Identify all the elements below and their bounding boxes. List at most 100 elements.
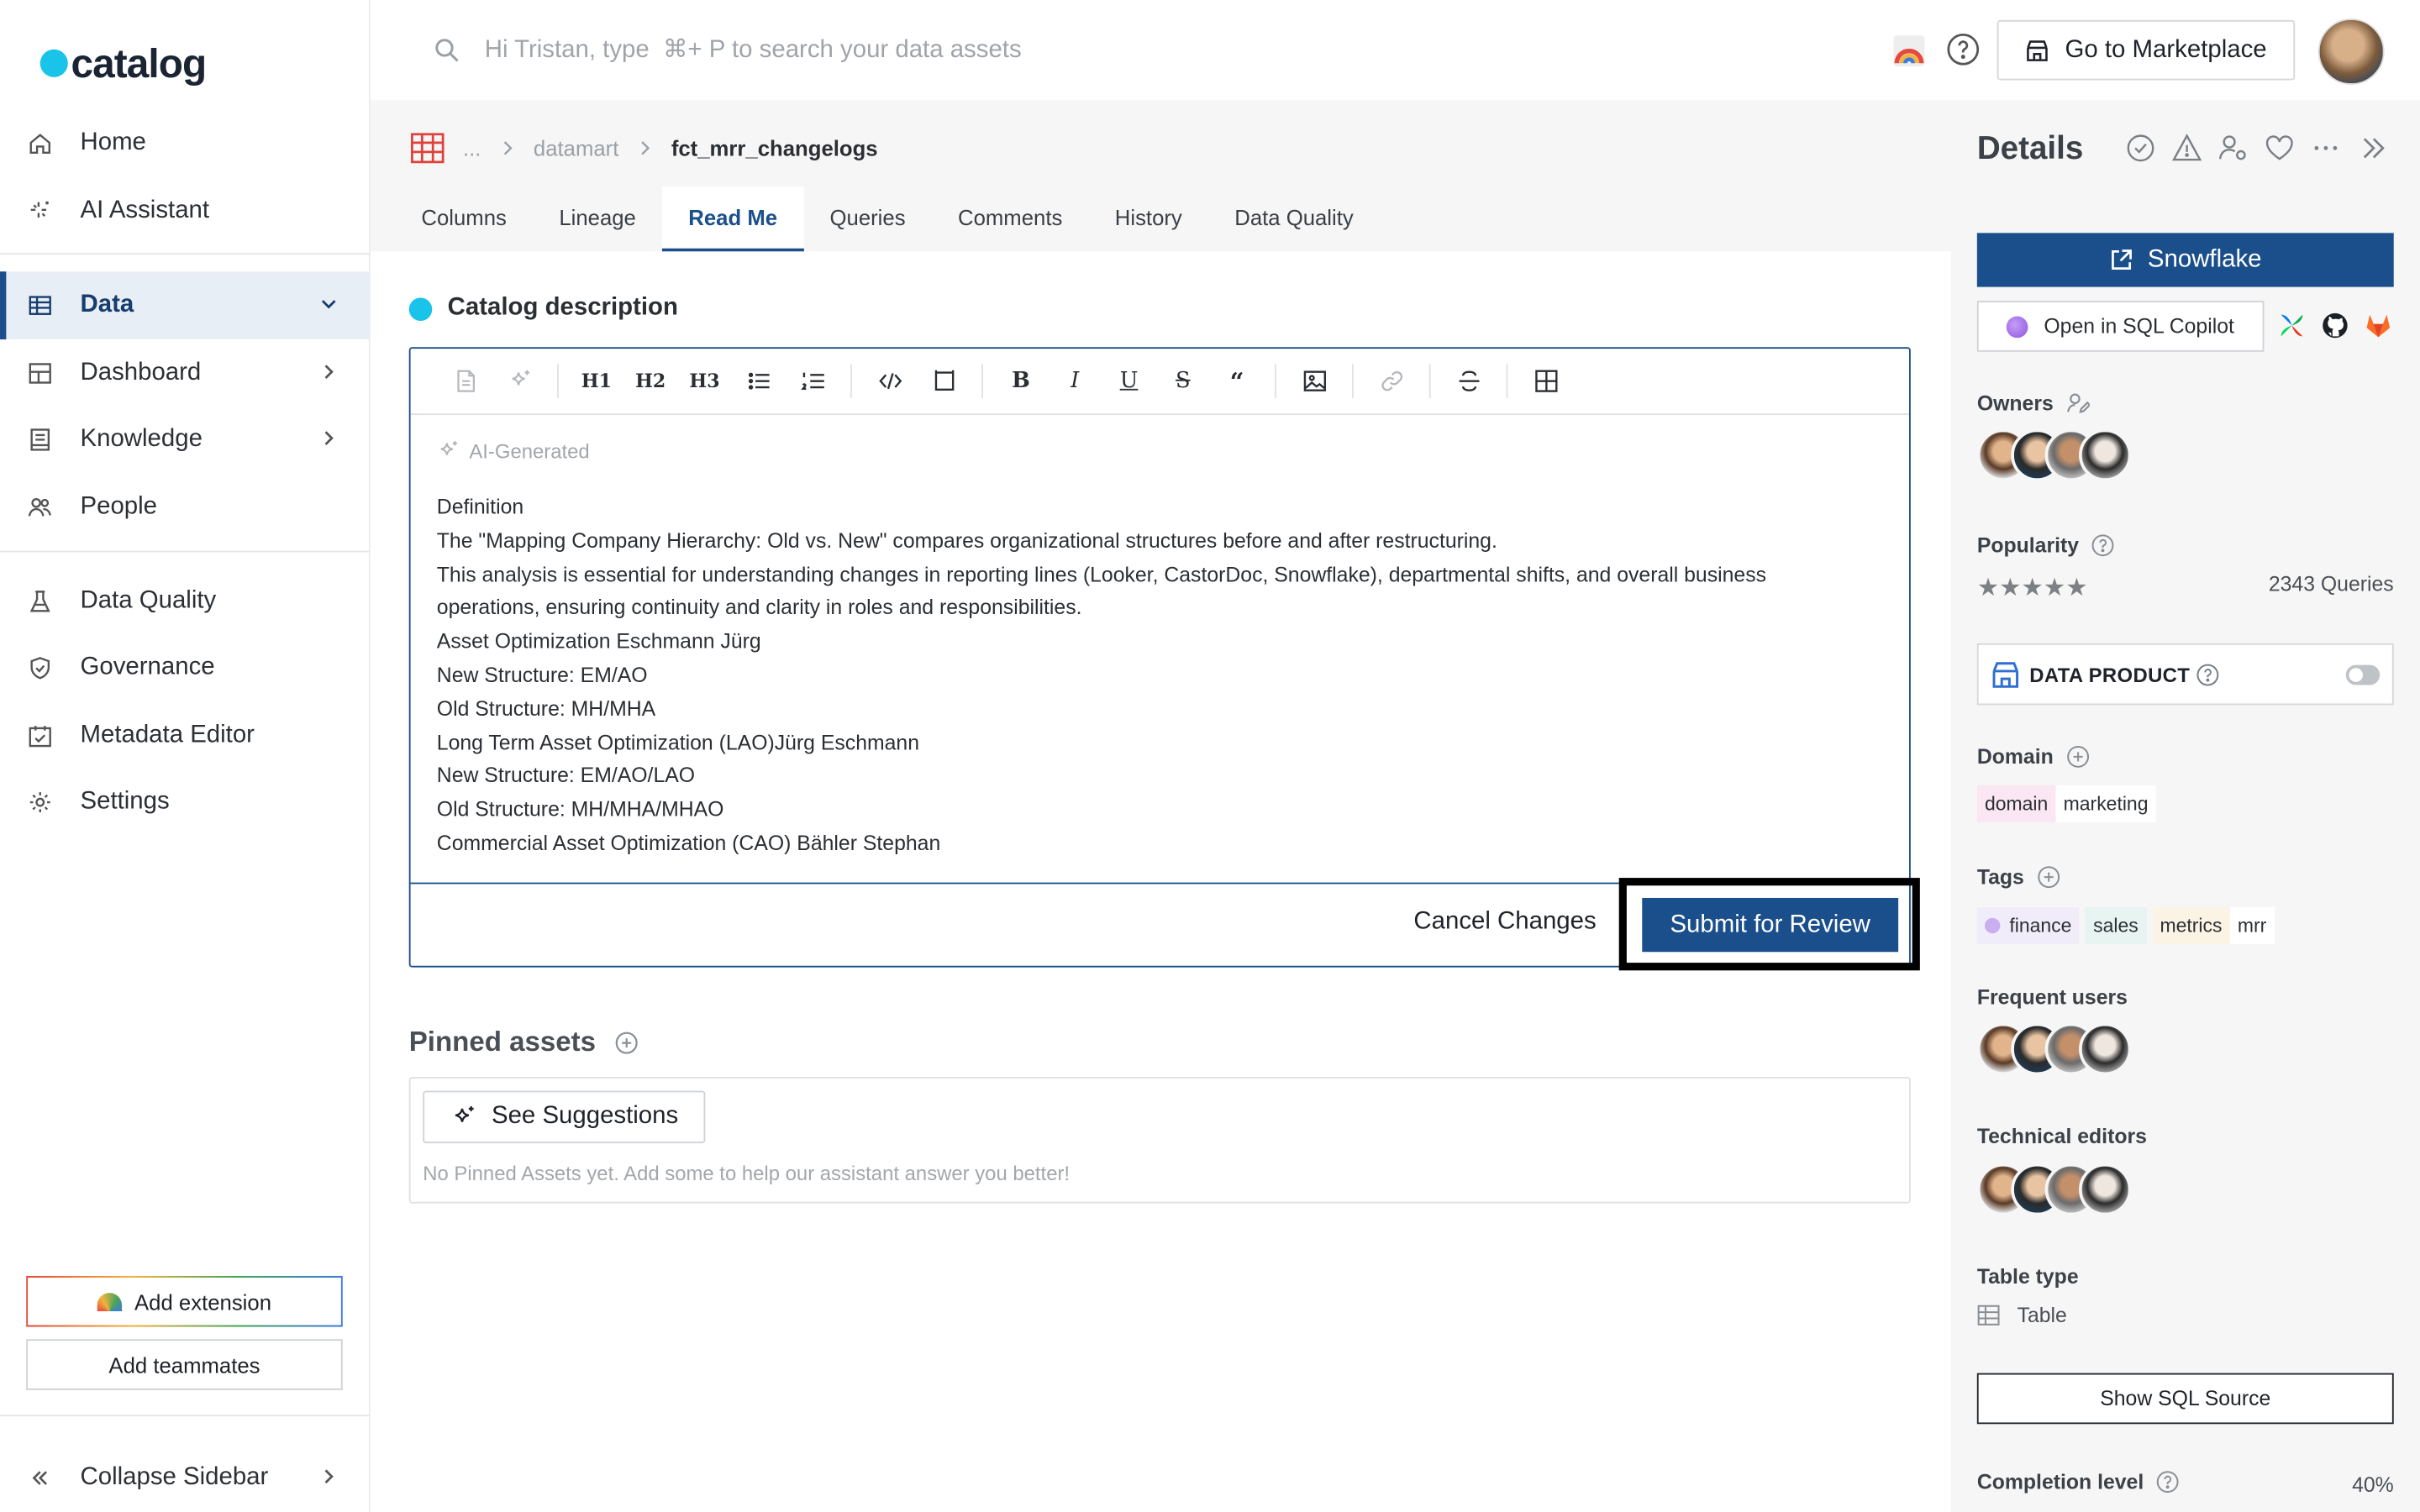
details-title: Details: [1976, 131, 2084, 167]
gitlab-icon[interactable]: [2365, 312, 2392, 339]
heading-1-button[interactable]: H1: [570, 358, 623, 404]
bullet-list-icon[interactable]: [732, 358, 786, 404]
user-settings-icon[interactable]: [2217, 133, 2249, 164]
airflow-icon[interactable]: [2278, 312, 2306, 339]
help-icon[interactable]: [1946, 33, 1980, 66]
chevron-right-icon: [499, 140, 514, 155]
document-icon[interactable]: [439, 358, 492, 404]
github-icon[interactable]: [2321, 312, 2349, 339]
description-editor[interactable]: H1 H2 H3 B I U S “ AI-Generated Definiti…: [408, 347, 1920, 971]
owners-title: Owners: [1976, 391, 2054, 416]
breadcrumb-ellipsis[interactable]: ...: [463, 136, 481, 160]
submit-for-review-button[interactable]: Submit for Review: [1642, 897, 1899, 953]
catalog-logo[interactable]: catalog: [39, 40, 207, 87]
table-type-text: Table: [2017, 1304, 2067, 1327]
sidebar-item-label: Knowledge: [80, 425, 203, 453]
add-teammates-label: Add teammates: [108, 1352, 260, 1378]
cancel-changes-button[interactable]: Cancel Changes: [1413, 909, 1596, 937]
snowflake-label: Snowflake: [2147, 245, 2262, 273]
user-avatar[interactable]: [2317, 18, 2385, 86]
double-chevron-right-icon[interactable]: [2357, 133, 2388, 164]
tab-comments[interactable]: Comments: [932, 186, 1089, 251]
help-icon[interactable]: [2091, 533, 2115, 557]
add-circle-icon[interactable]: [2065, 745, 2089, 769]
tab-read-me[interactable]: Read Me: [662, 186, 804, 252]
tab-lineage[interactable]: Lineage: [533, 186, 662, 251]
tag-chip[interactable]: finance: [1976, 906, 2080, 945]
editor-footer: Cancel Changes Submit for Review: [410, 878, 1920, 971]
search-input[interactable]: [484, 28, 1287, 75]
table-type-title: Table type: [1976, 1265, 2079, 1289]
numbered-list-icon[interactable]: [786, 358, 839, 404]
sidebar-item-data-quality[interactable]: Data Quality: [0, 568, 371, 636]
pinned-assets-heading: Pinned assets: [409, 1026, 639, 1058]
underline-button[interactable]: U: [1102, 358, 1155, 404]
gear-icon: [28, 790, 52, 814]
data-product-toggle[interactable]: [2345, 664, 2381, 685]
book-icon: [28, 428, 52, 452]
link-icon[interactable]: [1365, 358, 1418, 404]
sidebar-item-governance[interactable]: Governance: [0, 634, 371, 702]
code-icon[interactable]: [863, 358, 917, 404]
strikethrough-button[interactable]: S: [1156, 358, 1210, 404]
sidebar-item-dashboard[interactable]: Dashboard: [0, 339, 371, 407]
sidebar-item-settings[interactable]: Settings: [0, 769, 371, 837]
sidebar-item-people[interactable]: People: [0, 474, 371, 542]
chevron-right-icon: [318, 428, 339, 449]
open-in-snowflake-button[interactable]: Snowflake: [1976, 233, 2394, 287]
chevron-right-icon: [318, 1466, 339, 1488]
warning-icon[interactable]: [2171, 133, 2202, 164]
tab-history[interactable]: History: [1089, 186, 1208, 251]
collapse-sidebar-button[interactable]: Collapse Sidebar: [0, 1444, 371, 1512]
extension-icon[interactable]: [1891, 33, 1928, 70]
description-text[interactable]: Definition The "Mapping Company Hierarch…: [437, 491, 1857, 860]
sidebar-item-home[interactable]: Home: [0, 109, 371, 177]
quote-button[interactable]: “: [1210, 358, 1264, 404]
check-circle-icon[interactable]: [2125, 133, 2156, 164]
bold-button[interactable]: B: [994, 358, 1048, 404]
add-extension-button[interactable]: Add extension: [26, 1276, 343, 1327]
code-block-icon[interactable]: [917, 358, 971, 404]
ai-sparkle-icon[interactable]: [492, 358, 546, 404]
show-sql-source-button[interactable]: Show SQL Source: [1976, 1373, 2394, 1425]
heading-3-button[interactable]: H3: [677, 358, 731, 404]
avatar[interactable]: [2079, 1022, 2132, 1076]
sidebar-item-metadata-editor[interactable]: Metadata Editor: [0, 702, 371, 770]
domain-key-chip[interactable]: domain: [1976, 785, 2056, 822]
horizontal-rule-icon[interactable]: [1441, 358, 1495, 404]
add-circle-icon[interactable]: [2037, 865, 2060, 889]
see-suggestions-button[interactable]: See Suggestions: [423, 1090, 706, 1143]
tab-queries[interactable]: Queries: [803, 186, 932, 251]
edit-owners-icon[interactable]: [2065, 392, 2090, 416]
more-icon[interactable]: [2311, 133, 2342, 164]
sidebar-item-knowledge[interactable]: Knowledge: [0, 406, 371, 474]
tag-chip[interactable]: mrr: [2229, 906, 2275, 945]
description-line: Asset Optimization Eschmann Jürg: [436, 629, 761, 654]
sidebar-item-ai-assistant[interactable]: AI Assistant: [0, 177, 371, 245]
collapse-label: Collapse Sidebar: [80, 1464, 269, 1491]
sidebar-item-label: People: [80, 493, 158, 520]
add-circle-icon[interactable]: [614, 1030, 639, 1054]
tab-data-quality[interactable]: Data Quality: [1208, 186, 1380, 251]
tag-chip[interactable]: metrics: [2152, 906, 2230, 945]
tab-columns[interactable]: Columns: [395, 186, 533, 251]
breadcrumb-parent[interactable]: datamart: [534, 136, 618, 160]
heart-icon[interactable]: [2264, 133, 2295, 164]
add-teammates-button[interactable]: Add teammates: [26, 1339, 343, 1390]
description-line: Long Term Asset Optimization (LAO)Jürg E…: [436, 730, 920, 754]
table-insert-icon[interactable]: [1518, 358, 1572, 404]
description-line: Commercial Asset Optimization (CAO) Bähl…: [436, 831, 941, 855]
tag-chip[interactable]: sales: [2085, 906, 2146, 945]
domain-label: Domain: [1977, 745, 2089, 769]
sidebar-item-data[interactable]: Data: [0, 271, 371, 340]
help-icon[interactable]: [2196, 664, 2220, 687]
domain-value-chip[interactable]: marketing: [2055, 785, 2156, 822]
heading-2-button[interactable]: H2: [623, 358, 677, 404]
avatar[interactable]: [2079, 428, 2132, 482]
italic-button[interactable]: I: [1048, 358, 1102, 404]
go-to-marketplace-button[interactable]: Go to Marketplace: [1996, 19, 2296, 81]
avatar[interactable]: [2079, 1163, 2132, 1216]
help-icon[interactable]: [2156, 1470, 2180, 1494]
open-in-sql-copilot-button[interactable]: Open in SQL Copilot: [1976, 301, 2265, 352]
image-icon[interactable]: [1287, 358, 1341, 404]
